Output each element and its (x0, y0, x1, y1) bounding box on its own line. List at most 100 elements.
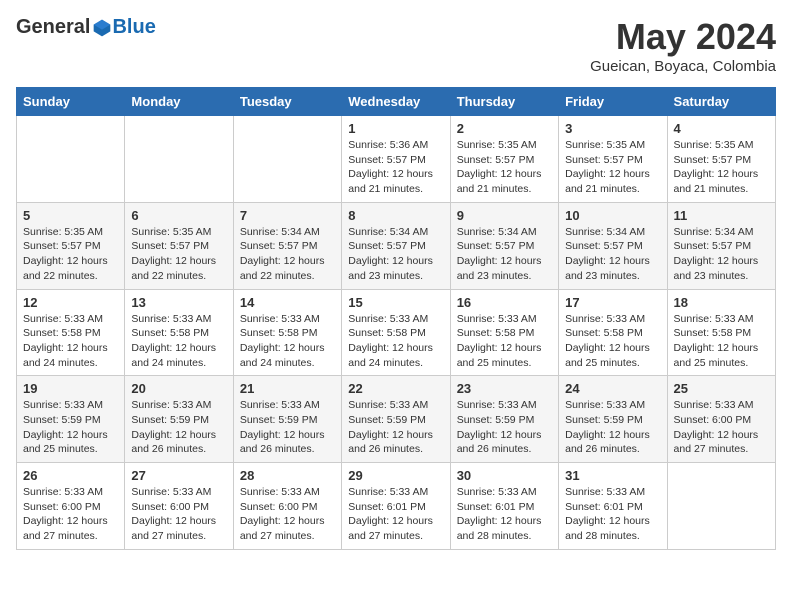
day-info: Sunrise: 5:33 AM Sunset: 5:58 PM Dayligh… (565, 312, 660, 371)
day-info: Sunrise: 5:33 AM Sunset: 6:00 PM Dayligh… (131, 485, 226, 544)
day-cell: 24 Sunrise: 5:33 AM Sunset: 5:59 PM Dayli… (559, 376, 667, 463)
day-cell: 10Sunrise: 5:34 AM Sunset: 5:57 PM Dayli… (559, 202, 667, 289)
day-cell: 22 Sunrise: 5:33 AM Sunset: 5:59 PM Dayli… (342, 376, 450, 463)
day-number: 15 (348, 295, 443, 310)
logo-general: General (16, 16, 90, 39)
day-info: Sunrise: 5:33 AM Sunset: 5:59 PM Dayligh… (565, 398, 660, 457)
day-cell: 27 Sunrise: 5:33 AM Sunset: 6:00 PM Dayli… (125, 463, 233, 550)
day-number: 4 (674, 121, 769, 136)
day-cell: 20 Sunrise: 5:33 AM Sunset: 5:59 PM Dayli… (125, 376, 233, 463)
day-number: 28 (240, 468, 335, 483)
day-cell: 28 Sunrise: 5:33 AM Sunset: 6:00 PM Dayli… (233, 463, 341, 550)
day-number: 26 (23, 468, 118, 483)
week-row-1: 1 Sunrise: 5:36 AM Sunset: 5:57 PM Daylig… (17, 116, 776, 203)
day-info: Sunrise: 5:33 AM Sunset: 5:59 PM Dayligh… (23, 398, 118, 457)
day-info: Sunrise: 5:33 AM Sunset: 6:00 PM Dayligh… (674, 398, 769, 457)
day-info: Sunrise: 5:35 AM Sunset: 5:57 PM Dayligh… (23, 225, 118, 284)
day-number: 31 (565, 468, 660, 483)
day-info: Sunrise: 5:36 AM Sunset: 5:57 PM Dayligh… (348, 138, 443, 197)
day-cell: 7Sunrise: 5:34 AM Sunset: 5:57 PM Daylig… (233, 202, 341, 289)
day-cell (125, 116, 233, 203)
day-info: Sunrise: 5:33 AM Sunset: 5:58 PM Dayligh… (457, 312, 552, 371)
day-number: 5 (23, 208, 118, 223)
day-info: Sunrise: 5:33 AM Sunset: 6:00 PM Dayligh… (23, 485, 118, 544)
day-info: Sunrise: 5:33 AM Sunset: 5:58 PM Dayligh… (131, 312, 226, 371)
day-cell: 26 Sunrise: 5:33 AM Sunset: 6:00 PM Dayli… (17, 463, 125, 550)
day-header-thursday: Thursday (450, 88, 558, 116)
day-cell: 23 Sunrise: 5:33 AM Sunset: 5:59 PM Dayli… (450, 376, 558, 463)
day-cell: 29Sunrise: 5:33 AM Sunset: 6:01 PM Dayli… (342, 463, 450, 550)
day-cell: 14 Sunrise: 5:33 AM Sunset: 5:58 PM Dayli… (233, 289, 341, 376)
day-cell: 6 Sunrise: 5:35 AM Sunset: 5:57 PM Daylig… (125, 202, 233, 289)
week-row-5: 26 Sunrise: 5:33 AM Sunset: 6:00 PM Dayli… (17, 463, 776, 550)
day-number: 6 (131, 208, 226, 223)
page-header: General Blue May 2024 Gueican, Boyaca, C… (16, 16, 776, 75)
day-cell: 11 Sunrise: 5:34 AM Sunset: 5:57 PM Dayli… (667, 202, 775, 289)
day-info: Sunrise: 5:33 AM Sunset: 6:01 PM Dayligh… (348, 485, 443, 544)
day-cell: 25 Sunrise: 5:33 AM Sunset: 6:00 PM Dayli… (667, 376, 775, 463)
day-number: 12 (23, 295, 118, 310)
day-cell: 15 Sunrise: 5:33 AM Sunset: 5:58 PM Dayli… (342, 289, 450, 376)
day-number: 3 (565, 121, 660, 136)
day-number: 30 (457, 468, 552, 483)
day-info: Sunrise: 5:33 AM Sunset: 6:00 PM Dayligh… (240, 485, 335, 544)
logo: General Blue (16, 16, 156, 39)
day-number: 27 (131, 468, 226, 483)
calendar-table: SundayMondayTuesdayWednesdayThursdayFrid… (16, 87, 776, 550)
day-info: Sunrise: 5:34 AM Sunset: 5:57 PM Dayligh… (457, 225, 552, 284)
day-info: Sunrise: 5:35 AM Sunset: 5:57 PM Dayligh… (131, 225, 226, 284)
logo-blue: Blue (112, 16, 155, 39)
day-number: 11 (674, 208, 769, 223)
day-header-friday: Friday (559, 88, 667, 116)
day-header-monday: Monday (125, 88, 233, 116)
day-cell: 16Sunrise: 5:33 AM Sunset: 5:58 PM Dayli… (450, 289, 558, 376)
day-number: 20 (131, 381, 226, 396)
day-info: Sunrise: 5:33 AM Sunset: 5:58 PM Dayligh… (674, 312, 769, 371)
day-number: 17 (565, 295, 660, 310)
day-number: 25 (674, 381, 769, 396)
day-info: Sunrise: 5:33 AM Sunset: 5:58 PM Dayligh… (348, 312, 443, 371)
subtitle: Gueican, Boyaca, Colombia (590, 58, 776, 75)
day-info: Sunrise: 5:33 AM Sunset: 5:58 PM Dayligh… (23, 312, 118, 371)
day-number: 1 (348, 121, 443, 136)
day-info: Sunrise: 5:35 AM Sunset: 5:57 PM Dayligh… (565, 138, 660, 197)
title-area: May 2024 Gueican, Boyaca, Colombia (590, 16, 776, 75)
day-cell: 9 Sunrise: 5:34 AM Sunset: 5:57 PM Daylig… (450, 202, 558, 289)
day-info: Sunrise: 5:33 AM Sunset: 6:01 PM Dayligh… (457, 485, 552, 544)
day-cell: 1 Sunrise: 5:36 AM Sunset: 5:57 PM Daylig… (342, 116, 450, 203)
day-cell: 13Sunrise: 5:33 AM Sunset: 5:58 PM Dayli… (125, 289, 233, 376)
day-number: 21 (240, 381, 335, 396)
day-cell: 5 Sunrise: 5:35 AM Sunset: 5:57 PM Daylig… (17, 202, 125, 289)
day-cell: 17 Sunrise: 5:33 AM Sunset: 5:58 PM Dayli… (559, 289, 667, 376)
day-number: 7 (240, 208, 335, 223)
day-info: Sunrise: 5:33 AM Sunset: 5:59 PM Dayligh… (131, 398, 226, 457)
day-info: Sunrise: 5:33 AM Sunset: 5:59 PM Dayligh… (457, 398, 552, 457)
day-number: 22 (348, 381, 443, 396)
day-number: 14 (240, 295, 335, 310)
day-cell: 8Sunrise: 5:34 AM Sunset: 5:57 PM Daylig… (342, 202, 450, 289)
week-row-2: 5 Sunrise: 5:35 AM Sunset: 5:57 PM Daylig… (17, 202, 776, 289)
day-cell: 21 Sunrise: 5:33 AM Sunset: 5:59 PM Dayli… (233, 376, 341, 463)
day-info: Sunrise: 5:34 AM Sunset: 5:57 PM Dayligh… (565, 225, 660, 284)
day-cell: 19 Sunrise: 5:33 AM Sunset: 5:59 PM Dayli… (17, 376, 125, 463)
day-info: Sunrise: 5:33 AM Sunset: 5:59 PM Dayligh… (348, 398, 443, 457)
day-header-sunday: Sunday (17, 88, 125, 116)
day-cell (17, 116, 125, 203)
day-number: 24 (565, 381, 660, 396)
logo-icon (92, 18, 112, 38)
day-cell: 18Sunrise: 5:33 AM Sunset: 5:58 PM Dayli… (667, 289, 775, 376)
day-info: Sunrise: 5:33 AM Sunset: 5:58 PM Dayligh… (240, 312, 335, 371)
week-row-3: 12 Sunrise: 5:33 AM Sunset: 5:58 PM Dayli… (17, 289, 776, 376)
day-cell (667, 463, 775, 550)
week-row-4: 19 Sunrise: 5:33 AM Sunset: 5:59 PM Dayli… (17, 376, 776, 463)
day-info: Sunrise: 5:33 AM Sunset: 5:59 PM Dayligh… (240, 398, 335, 457)
day-info: Sunrise: 5:34 AM Sunset: 5:57 PM Dayligh… (348, 225, 443, 284)
day-info: Sunrise: 5:33 AM Sunset: 6:01 PM Dayligh… (565, 485, 660, 544)
day-number: 9 (457, 208, 552, 223)
day-cell (233, 116, 341, 203)
day-number: 23 (457, 381, 552, 396)
day-number: 19 (23, 381, 118, 396)
day-info: Sunrise: 5:34 AM Sunset: 5:57 PM Dayligh… (674, 225, 769, 284)
month-title: May 2024 (590, 16, 776, 58)
day-cell: 3 Sunrise: 5:35 AM Sunset: 5:57 PM Daylig… (559, 116, 667, 203)
